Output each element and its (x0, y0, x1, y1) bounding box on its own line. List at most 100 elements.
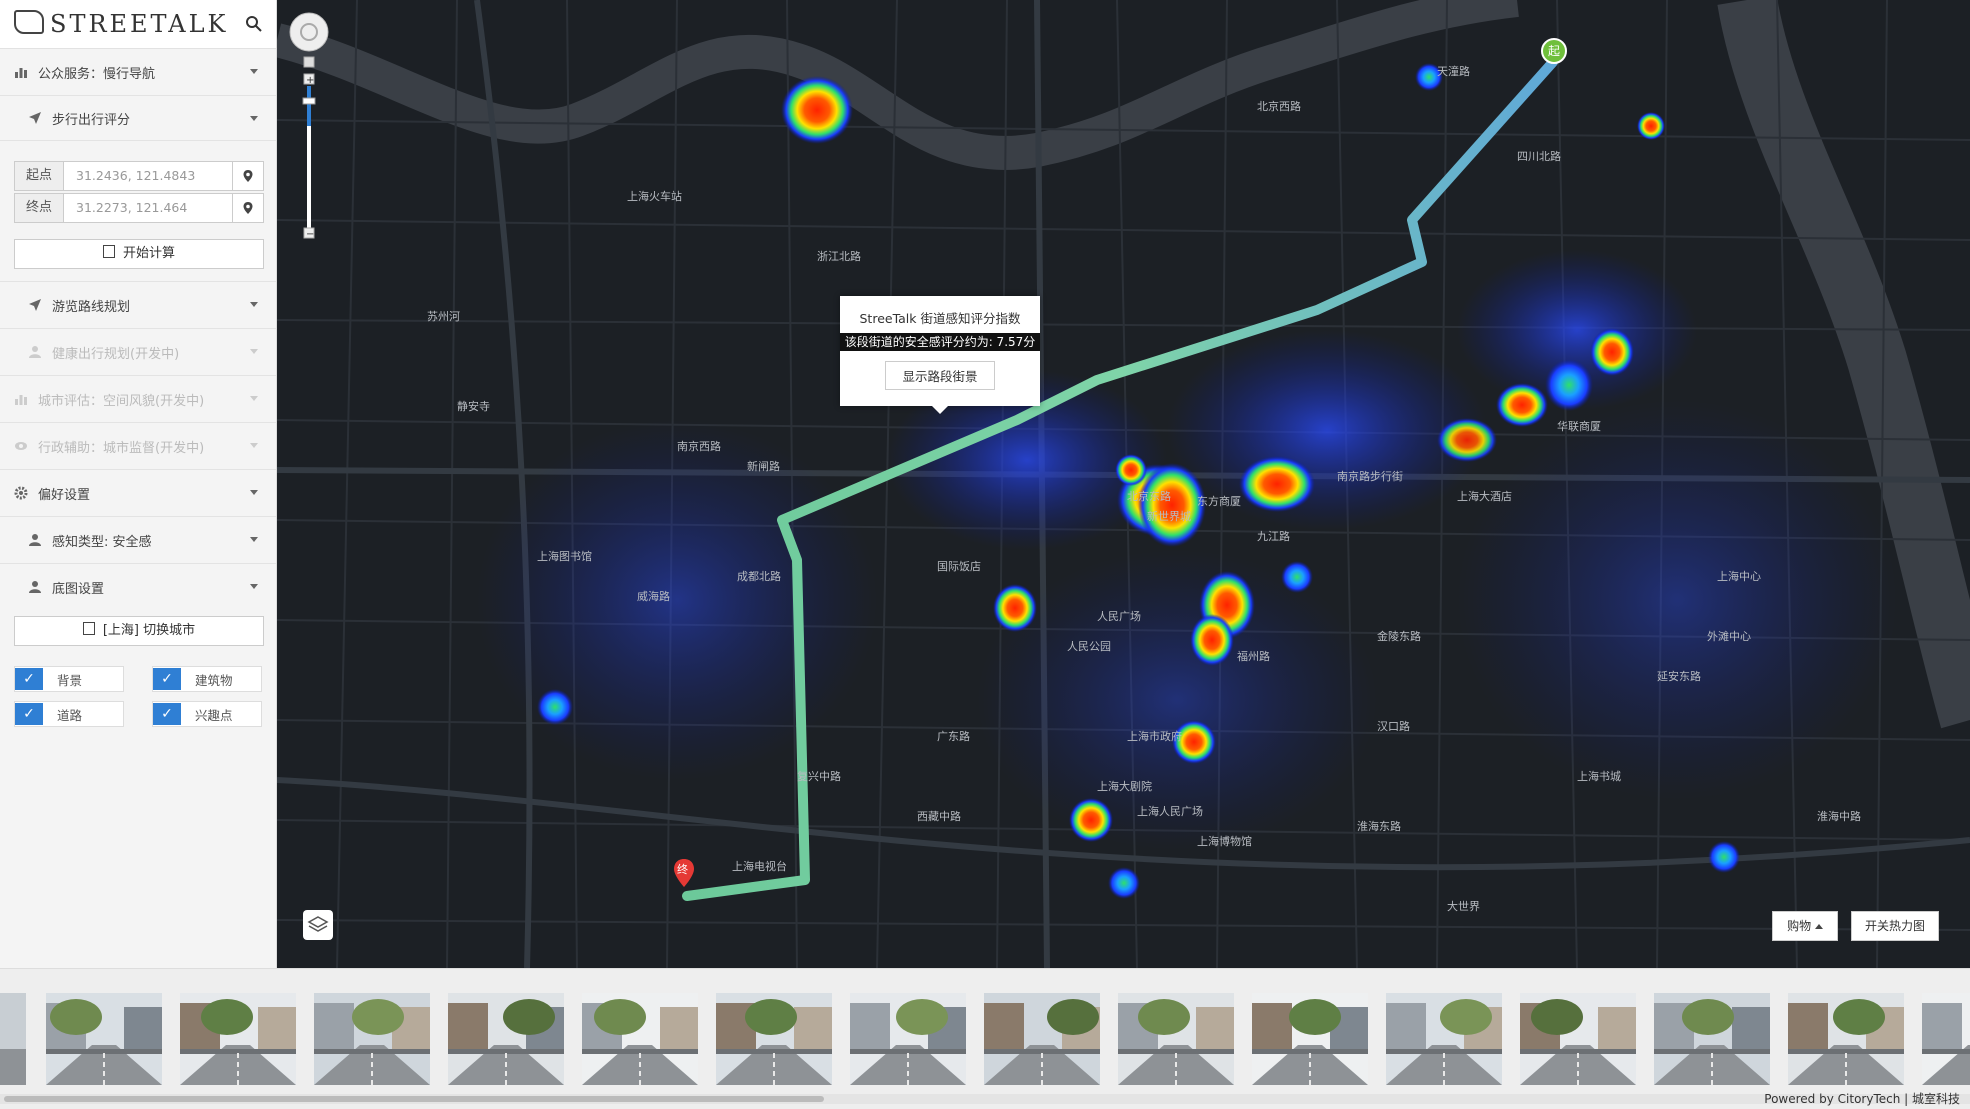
streetview-thumbnail[interactable] (314, 993, 430, 1085)
bar-chart-icon (15, 68, 27, 78)
end-marker[interactable]: 终 (672, 858, 696, 888)
caret-down-icon (250, 584, 258, 589)
map-label: 福州路 (1237, 649, 1270, 663)
layer-poi-checkbox[interactable]: ✓ 兴趣点 (152, 701, 262, 727)
streetview-thumbnail[interactable] (716, 993, 832, 1085)
map-canvas[interactable]: 北京东路 南京路步行街人民广场人民公园上海大剧院 上海市政府 新世界城东方商厦九江路福… (277, 0, 1970, 968)
streetview-thumbnail[interactable] (1788, 993, 1904, 1085)
streetview-thumbnail[interactable] (582, 993, 698, 1085)
streetview-strip[interactable]: Powered by CitoryTech | 城室科技 (0, 968, 1970, 1109)
streetview-thumbnail[interactable] (448, 993, 564, 1085)
app-logo[interactable]: STREETALK (14, 10, 228, 38)
caret-down-icon (250, 490, 258, 495)
map-label: 上海博物馆 (1197, 834, 1252, 848)
calculate-button[interactable]: 开始计算 (14, 239, 264, 269)
street-photo (1520, 993, 1636, 1085)
map-label: 复兴中路 (797, 769, 841, 783)
eye-icon (15, 442, 27, 450)
map-label: 威海路 (637, 589, 670, 603)
street-photo (448, 993, 564, 1085)
layer-roads-checkbox[interactable]: ✓ 道路 (14, 701, 124, 727)
map-label: 延安东路 (1657, 669, 1701, 683)
start-marker[interactable]: 起 (1541, 38, 1567, 64)
layer-background-checkbox[interactable]: ✓ 背景 (14, 666, 124, 692)
map-label: 上海大剧院 (1097, 779, 1152, 793)
map-view[interactable]: 北京东路 南京路步行街 人民广场 人民公园 上海大剧院 上海市政府 新世界城 东方商厦 九江路福… (277, 0, 1970, 968)
map-label: 淮海中路 (1817, 809, 1861, 823)
user-icon (29, 581, 41, 593)
menu-label: 偏好设置 (38, 487, 91, 503)
menu-tour-planning[interactable]: 游览路线规划 (0, 282, 276, 329)
map-label: 国际饭店 (937, 559, 981, 573)
streetview-thumbnail[interactable] (984, 993, 1100, 1085)
streetview-thumbnail[interactable] (1118, 993, 1234, 1085)
map-label: 汉口路 (1377, 720, 1410, 733)
caret-down-icon (250, 69, 258, 74)
map-label: 上海电视台 (732, 859, 787, 873)
map-label: 大世界 (1447, 899, 1480, 913)
show-streetview-button[interactable]: 显示路段街景 (885, 361, 995, 390)
menu-basemap[interactable]: 底图设置 (0, 564, 276, 610)
score-popup: StreeTalk 街道感知评分指数 该段街道的安全感评分约为: 7.57分 显… (840, 296, 1040, 414)
streetview-thumbnail[interactable] (1252, 993, 1368, 1085)
start-field[interactable]: 起点 31.2436, 121.4843 (14, 161, 264, 191)
checkbox-label: 兴趣点 (195, 707, 233, 723)
map-label: 金陵东路 (1377, 629, 1421, 643)
map-label: 新世界城 (1147, 509, 1191, 523)
check-icon: ✓ (15, 703, 43, 725)
menu-health-travel: 健康出行规划(开发中) (0, 329, 276, 376)
layer-buildings-checkbox[interactable]: ✓ 建筑物 (152, 666, 262, 692)
menu-public-service[interactable]: 公众服务：慢行导航 (0, 49, 276, 96)
pick-end-button[interactable] (232, 194, 263, 222)
street-photo (180, 993, 296, 1085)
streetview-thumbnail[interactable] (180, 993, 296, 1085)
map-label: 南京西路 (677, 439, 721, 453)
streetview-thumbnail[interactable] (46, 993, 162, 1085)
streetview-thumbnail[interactable] (1386, 993, 1502, 1085)
layers-button[interactable] (303, 910, 333, 940)
logo-text: STREETALK (50, 10, 229, 38)
category-select[interactable]: 购物 (1772, 911, 1838, 941)
streetview-thumbnail[interactable] (1654, 993, 1770, 1085)
credit-text: Powered by CitoryTech | 城室科技 (1764, 1092, 1960, 1106)
menu-preferences[interactable]: 偏好设置 (0, 470, 276, 517)
svg-text:−: − (306, 229, 314, 240)
menu-admin-supervision: 行政辅助：城市监督(开发中) (0, 423, 276, 470)
start-input[interactable]: 31.2436, 121.4843 (64, 162, 232, 190)
street-photo (1386, 993, 1502, 1085)
caret-down-icon (250, 116, 258, 121)
streetview-thumbnail[interactable] (1922, 993, 1970, 1085)
end-label: 终点 (15, 194, 64, 222)
map-label: 九江路 (1257, 530, 1290, 543)
popup-title: StreeTalk 街道感知评分指数 (859, 311, 1021, 326)
map-label: 浙江北路 (817, 250, 861, 263)
pick-start-button[interactable] (232, 162, 263, 190)
streetview-thumbnail-partial[interactable] (0, 993, 26, 1085)
logo-bar: STREETALK (0, 0, 276, 49)
calculate-label: 开始计算 (122, 246, 175, 261)
user-icon (29, 346, 41, 358)
user-icon (29, 534, 41, 546)
strip-scrollbar[interactable] (0, 1094, 1970, 1104)
heatmap-toggle-button[interactable]: 开关热力图 (1851, 911, 1939, 941)
end-marker-label: 终 (677, 863, 688, 876)
gear-icon (14, 486, 28, 500)
navigation-arrow-icon (29, 112, 41, 124)
streetview-thumbnail[interactable] (1520, 993, 1636, 1085)
scrollbar-thumb[interactable] (4, 1096, 824, 1102)
map-pin-icon (243, 170, 253, 182)
end-field[interactable]: 终点 31.2273, 121.464 (14, 193, 264, 223)
streetview-thumbnail[interactable] (850, 993, 966, 1085)
menu-perception-type[interactable]: 感知类型: 安全感 (0, 517, 276, 564)
switch-city-button[interactable]: [上海] 切换城市 (14, 616, 264, 646)
logo-icon (14, 10, 44, 34)
search-button[interactable] (240, 10, 268, 38)
zoom-control[interactable]: + − (289, 12, 331, 242)
street-photo (984, 993, 1100, 1085)
caret-down-icon (250, 443, 258, 448)
menu-walk-score[interactable]: 步行出行评分 (0, 96, 276, 141)
map-label: 人民公园 (1067, 640, 1111, 653)
popup-score: 该段街道的安全感评分约为: 7.57分 (840, 333, 1040, 351)
end-input[interactable]: 31.2273, 121.464 (64, 194, 232, 222)
map-label: 上海大酒店 (1457, 489, 1512, 503)
